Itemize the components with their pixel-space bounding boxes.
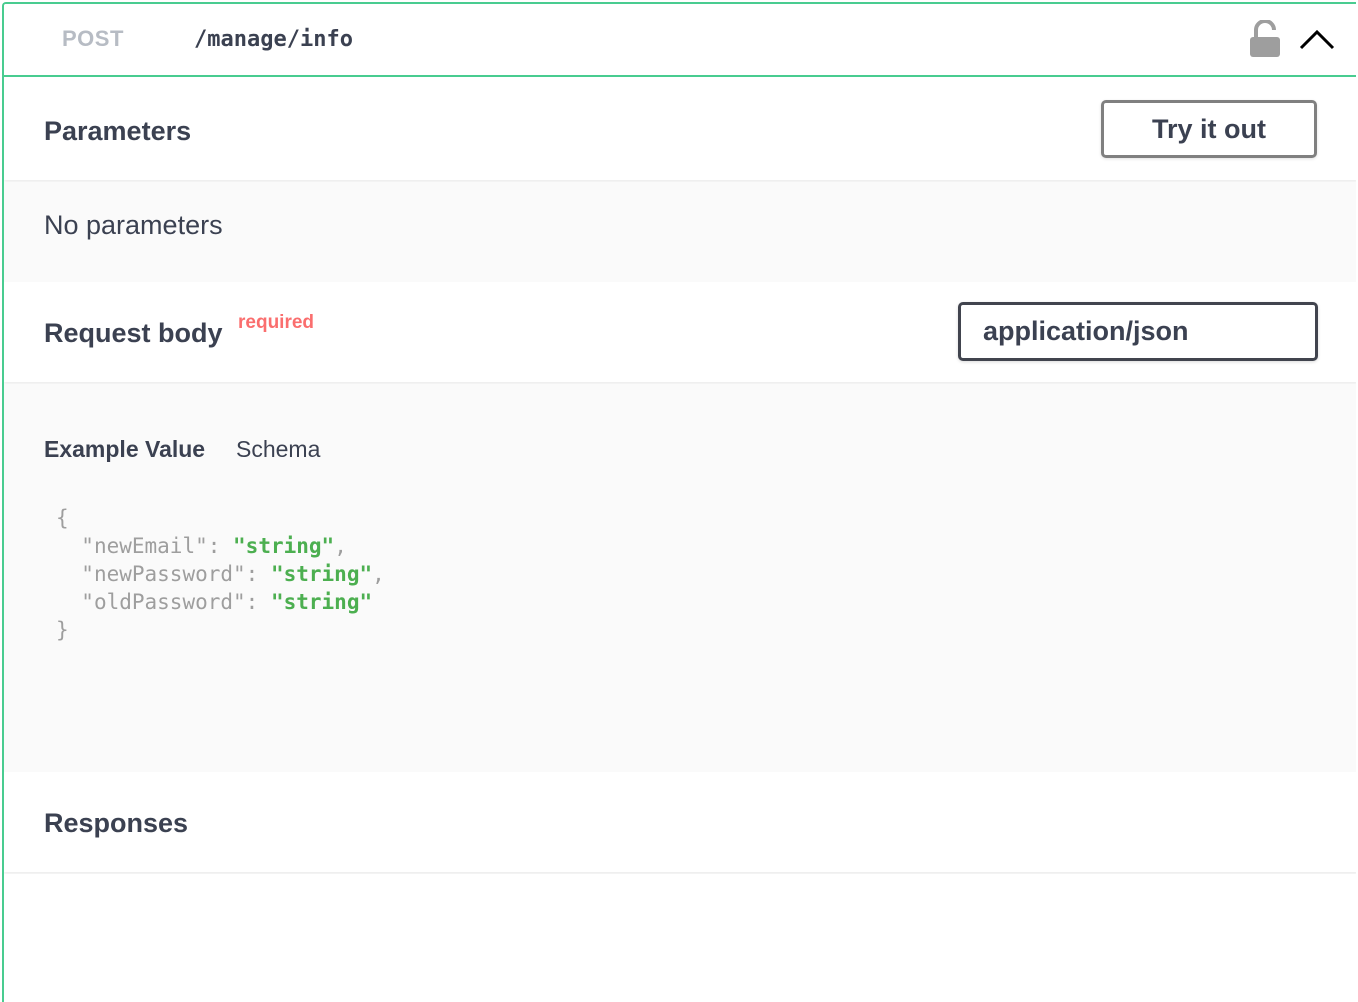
no-parameters-text: No parameters <box>44 210 223 240</box>
parameters-title: Parameters <box>44 116 192 146</box>
required-label: required <box>238 312 315 333</box>
close-brace: } <box>56 618 69 642</box>
json-value: "string" <box>233 534 335 558</box>
responses-body <box>4 874 1356 1002</box>
json-key: "newPassword" <box>81 562 246 586</box>
json-key: "newEmail" <box>81 534 208 558</box>
request-body-title: Request body <box>44 318 223 348</box>
try-it-out-button[interactable]: Try it out <box>1101 100 1317 158</box>
responses-header <box>4 772 1356 872</box>
json-value: "string" <box>270 562 373 586</box>
chevron-up-icon[interactable] <box>1297 22 1337 56</box>
http-method-label: POST <box>62 26 124 51</box>
operation-summary[interactable]: POST /manage/info <box>4 4 1356 77</box>
json-value: "string" <box>270 590 373 614</box>
content-type-select[interactable]: application/json <box>958 302 1318 361</box>
lock-open-icon[interactable] <box>1248 20 1282 58</box>
operation-block: POST /manage/info Parameters Try it out … <box>2 2 1356 1002</box>
json-key: "oldPassword" <box>81 590 246 614</box>
tab-example-value[interactable]: Example Value <box>44 436 205 463</box>
endpoint-path: /manage/info <box>194 27 353 52</box>
open-brace: { <box>56 506 69 530</box>
responses-title: Responses <box>44 808 189 838</box>
tab-schema[interactable]: Schema <box>236 436 320 463</box>
example-json-code: { "newEmail": "string", "newPassword": "… <box>56 506 385 642</box>
